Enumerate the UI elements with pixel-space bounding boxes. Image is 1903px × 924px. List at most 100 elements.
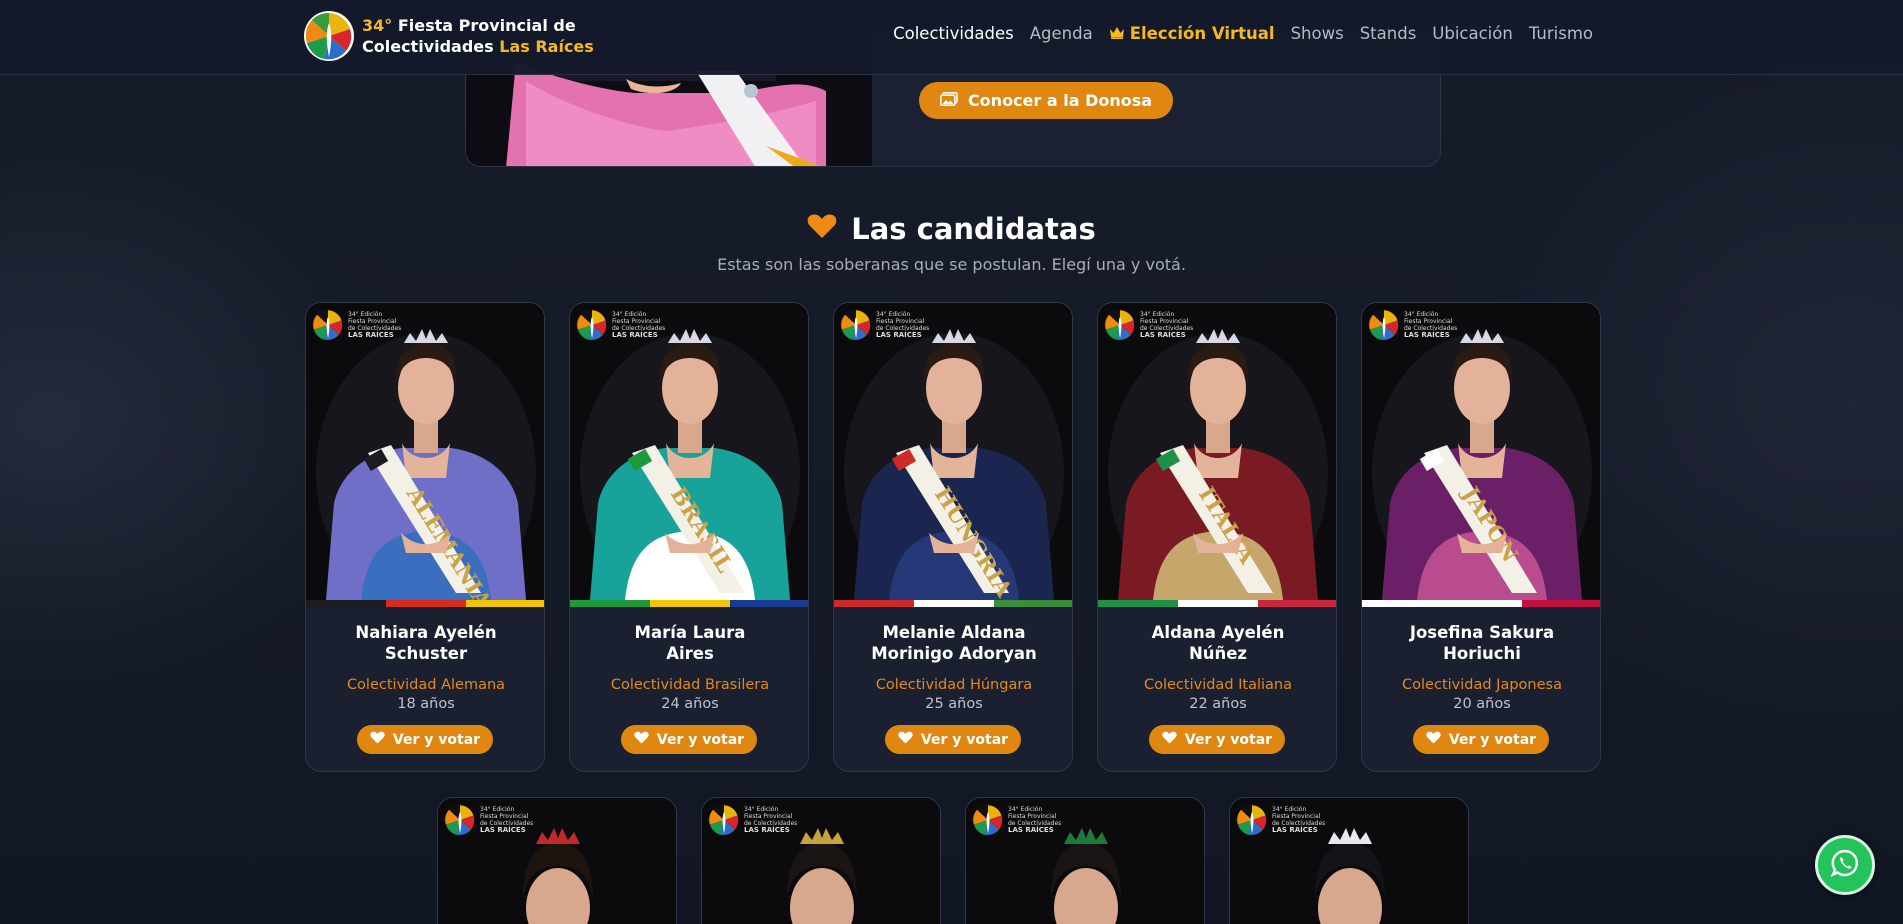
festival-badge: 34° Edición Fiesta Provincial de Colecti… — [1368, 309, 1457, 341]
badge-line3: LAS RAÍCES — [876, 331, 922, 339]
candidate-name-line2: Schuster — [384, 644, 468, 663]
candidate-name: Aldana Ayelén Núñez — [1106, 622, 1330, 664]
flag-stripe — [650, 600, 730, 607]
vote-button[interactable]: Ver y votar — [621, 725, 757, 754]
candidate-colectividad: Colectividad Alemana — [346, 677, 506, 693]
badge-edition: 34° Edición — [1008, 806, 1043, 813]
whatsapp-button[interactable] — [1815, 835, 1875, 895]
flag-stripe — [306, 600, 386, 607]
candidate-name: Josefina Sakura Horiuchi — [1370, 622, 1594, 664]
whatsapp-icon — [1830, 848, 1860, 882]
candidate-card[interactable]: 34° Edición Fiesta Provincial de Colecti… — [965, 797, 1205, 924]
vote-button[interactable]: Ver y votar — [1149, 725, 1285, 754]
vote-button[interactable]: Ver y votar — [1413, 725, 1549, 754]
candidate-colectividad: Colectividad Húngara — [875, 677, 1033, 693]
candidate-age: 24 años — [661, 696, 719, 712]
festival-logo-small — [576, 309, 608, 341]
badge-line3: LAS RAÍCES — [1140, 331, 1186, 339]
flag-stripe — [386, 600, 466, 607]
festival-logo-small — [972, 804, 1004, 836]
festival-badge: 34° Edición Fiesta Provincial de Colecti… — [708, 804, 797, 836]
flag-stripe — [570, 600, 650, 607]
candidate-card[interactable]: JAPON 34° Edición Fiesta Provincial de C… — [1361, 302, 1601, 772]
festival-logo[interactable] — [304, 11, 354, 61]
candidate-photo: BRASIL — [570, 303, 808, 600]
nav-turismo[interactable]: Turismo — [1529, 24, 1593, 43]
candidate-photo-frame[interactable]: HUNGRIA 34° Edición Fiesta Provincial de… — [834, 303, 1072, 600]
candidate-photo-frame[interactable]: ALEMANIA 34° Edición Fiesta Provincial d… — [306, 303, 544, 600]
nav-shows[interactable]: Shows — [1291, 24, 1344, 43]
candidate-name-line1: María Laura — [634, 623, 746, 642]
candidate-photo-frame[interactable]: BRASIL 34° Edición Fiesta Provincial de … — [570, 303, 808, 600]
brand-title[interactable]: 34° Fiesta Provincial de Colectividades … — [362, 15, 594, 57]
flag-stripe — [1178, 600, 1258, 607]
festival-logo-small — [840, 309, 872, 341]
conocer-donosa-button[interactable]: Conocer a la Donosa — [919, 82, 1173, 119]
vote-label: Ver y votar — [1184, 731, 1273, 748]
candidate-card[interactable]: HUNGRIA 34° Edición Fiesta Provincial de… — [833, 302, 1073, 772]
flag-color-bar — [1362, 600, 1600, 607]
candidate-photo: ALEMANIA — [306, 303, 544, 600]
badge-line3: LAS RAÍCES — [744, 826, 790, 834]
vote-button[interactable]: Ver y votar — [885, 725, 1021, 754]
flag-stripe — [1362, 600, 1442, 607]
flag-stripe — [1442, 600, 1522, 607]
badge-line1: Fiesta Provincial — [612, 318, 661, 325]
flag-color-bar — [1098, 600, 1336, 607]
festival-logo-small — [444, 804, 476, 836]
flag-stripe — [834, 600, 914, 607]
vote-button[interactable]: Ver y votar — [357, 725, 493, 754]
candidate-name-line1: Aldana Ayelén — [1151, 623, 1285, 642]
candidate-photo: ITALIA — [1098, 303, 1336, 600]
candidate-card[interactable]: ITALIA 34° Edición Fiesta Provincial de … — [1097, 302, 1337, 772]
candidate-photo: JAPON — [1362, 303, 1600, 600]
candidate-card[interactable]: 34° Edición Fiesta Provincial de Colecti… — [1229, 797, 1469, 924]
badge-line1: Fiesta Provincial — [1272, 813, 1321, 820]
candidates-subtitle: Estas son las soberanas que se postulan.… — [717, 255, 1186, 274]
candidate-card[interactable]: BRASIL 34° Edición Fiesta Provincial de … — [569, 302, 809, 772]
badge-line1: Fiesta Provincial — [1140, 318, 1189, 325]
badge-line3: LAS RAÍCES — [480, 826, 526, 834]
candidate-name-line2: Núñez — [1188, 644, 1248, 663]
badge-line1: Fiesta Provincial — [480, 813, 529, 820]
festival-badge: 34° Edición Fiesta Provincial de Colecti… — [1104, 309, 1193, 341]
vote-label: Ver y votar — [920, 731, 1009, 748]
candidate-photo-frame[interactable]: JAPON 34° Edición Fiesta Provincial de C… — [1362, 303, 1600, 600]
candidate-colectividad: Colectividad Brasilera — [610, 677, 770, 693]
flag-color-bar — [306, 600, 544, 607]
nav-agenda[interactable]: Agenda — [1030, 24, 1093, 43]
candidate-photo-frame[interactable]: ITALIA 34° Edición Fiesta Provincial de … — [1098, 303, 1336, 600]
candidate-card[interactable]: ALEMANIA 34° Edición Fiesta Provincial d… — [305, 302, 545, 772]
badge-line1: Fiesta Provincial — [348, 318, 397, 325]
badge-line3: LAS RAÍCES — [1404, 331, 1450, 339]
candidate-card[interactable]: 34° Edición Fiesta Provincial de Colecti… — [701, 797, 941, 924]
festival-badge: 34° Edición Fiesta Provincial de Colecti… — [840, 309, 929, 341]
nav-stands[interactable]: Stands — [1360, 24, 1417, 43]
badge-edition: 34° Edición — [1140, 311, 1175, 318]
badge-line1: Fiesta Provincial — [876, 318, 925, 325]
candidate-age: 25 años — [925, 696, 983, 712]
candidate-age: 18 años — [397, 696, 455, 712]
nav-colectividades[interactable]: Colectividades — [893, 24, 1014, 43]
badge-edition: 34° Edición — [348, 311, 383, 318]
main-nav: Colectividades Agenda Elección Virtual S… — [893, 24, 1593, 43]
flag-stripe — [1522, 600, 1600, 607]
festival-badge: 34° Edición Fiesta Provincial de Colecti… — [1236, 804, 1325, 836]
nav-eleccion-virtual[interactable]: Elección Virtual — [1109, 24, 1275, 43]
candidate-name: María Laura Aires — [578, 622, 802, 664]
candidate-colectividad: Colectividad Japonesa — [1402, 677, 1562, 693]
flag-color-bar — [834, 600, 1072, 607]
badge-line1: Fiesta Provincial — [744, 813, 793, 820]
badge-edition: 34° Edición — [612, 311, 647, 318]
badge-edition: 34° Edición — [744, 806, 779, 813]
brand-line1: Fiesta Provincial de — [392, 16, 576, 35]
candidate-card[interactable]: 34° Edición Fiesta Provincial de Colecti… — [437, 797, 677, 924]
candidate-age: 20 años — [1453, 696, 1511, 712]
candidate-name-line2: Horiuchi — [1443, 644, 1521, 663]
candidate-age: 22 años — [1189, 696, 1247, 712]
badge-edition: 34° Edición — [876, 311, 911, 318]
candidate-colectividad: Colectividad Italiana — [1143, 677, 1292, 693]
nav-eleccion-label: Elección Virtual — [1129, 24, 1275, 43]
badge-line3: LAS RAÍCES — [348, 331, 394, 339]
nav-ubicacion[interactable]: Ubicación — [1432, 24, 1513, 43]
